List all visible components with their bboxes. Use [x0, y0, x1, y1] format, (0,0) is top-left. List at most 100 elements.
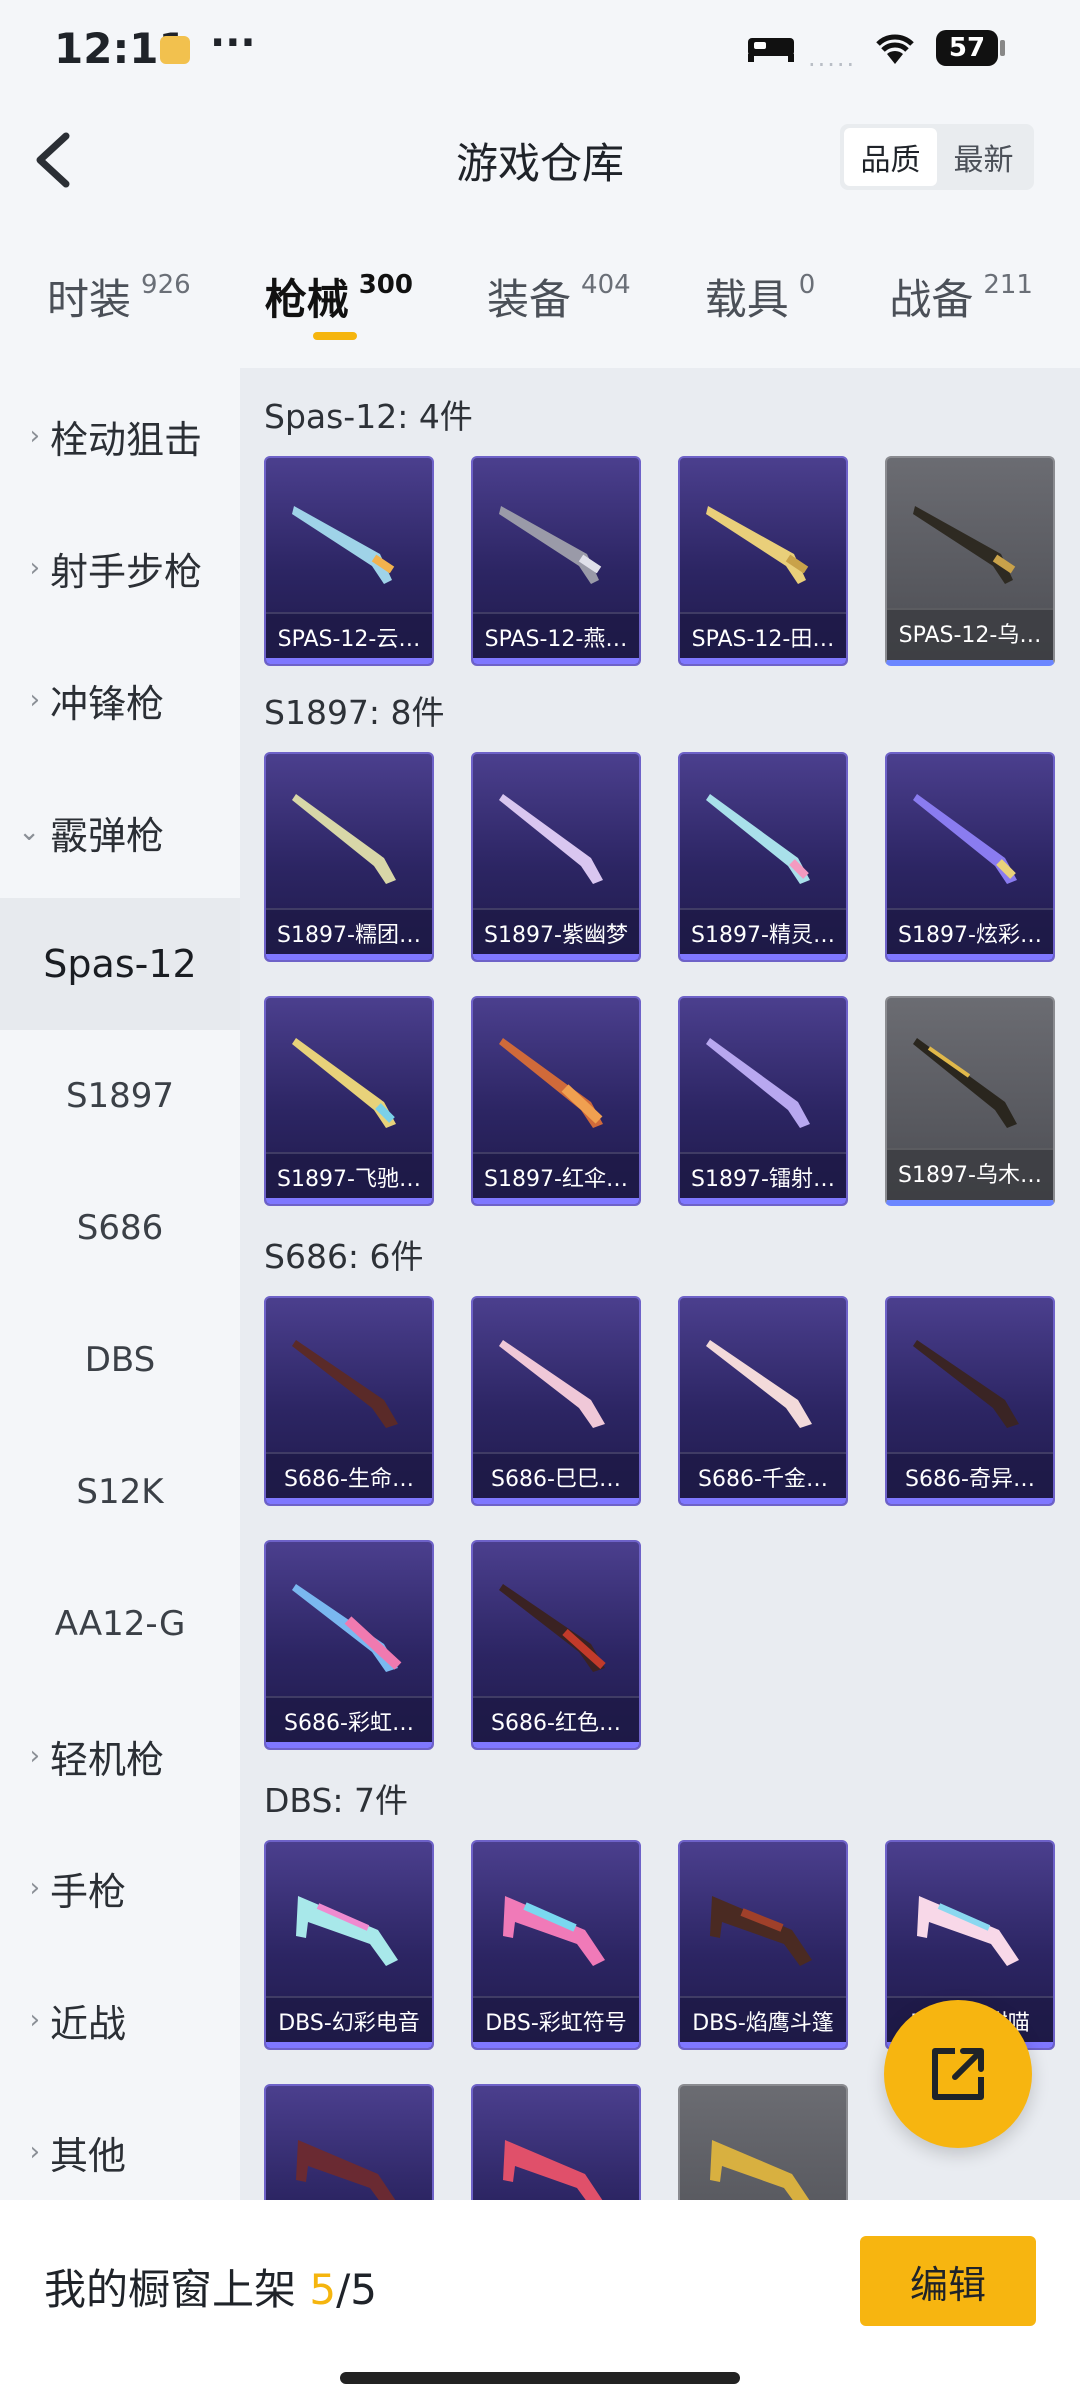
sidebar-item-bolt-sniper[interactable]: › 栓动狙击 [0, 370, 240, 502]
sidebar-subitem-aa12g[interactable]: AA12-G [0, 1558, 240, 1690]
status-bar: 12:11 ··· ..... 57 [0, 0, 1080, 100]
share-button[interactable] [884, 2000, 1032, 2148]
shotgun-icon [913, 506, 1016, 584]
battery-tip [1000, 40, 1005, 56]
skin-card[interactable]: S1897-飞驰… [264, 996, 434, 1206]
skin-card[interactable]: S1897-精灵… [678, 752, 848, 962]
shotgun-icon [710, 1896, 812, 1966]
chevron-right-icon: › [29, 1873, 40, 1903]
sleep-mode-icon [748, 38, 794, 62]
sidebar-subitem-spas12[interactable]: Spas-12 [0, 898, 240, 1030]
tab-label: 战备 [889, 275, 974, 324]
sort-by-newest-button[interactable]: 最新 [937, 128, 1030, 186]
tab-supplies[interactable]: 战备 211 [889, 240, 1033, 350]
home-indicator[interactable] [340, 2372, 740, 2384]
shotgun-icon [292, 506, 395, 584]
sort-by-quality-button[interactable]: 品质 [844, 128, 937, 186]
rarity-bar [680, 1498, 846, 1504]
skin-card[interactable] [264, 2084, 434, 2200]
sidebar-subitem-s12k[interactable]: S12K [0, 1426, 240, 1558]
sidebar-subitem-dbs[interactable]: DBS [0, 1294, 240, 1426]
skin-name: S1897-糯团… [266, 908, 432, 960]
tab-label: 时装 [47, 275, 132, 324]
skin-name: S1897-紫幽梦 [473, 908, 639, 960]
battery-icon: 57 [936, 30, 998, 66]
cellular-signal-icon: ..... [808, 44, 857, 72]
shotgun-icon [913, 1038, 1017, 1128]
skin-card[interactable]: S1897-乌木… [885, 996, 1055, 1206]
shotgun-icon [292, 794, 396, 884]
sidebar-item-melee[interactable]: › 近战 [0, 1954, 240, 2086]
skin-name: S686-生命… [266, 1452, 432, 1504]
skin-card[interactable]: S1897-炫彩… [885, 752, 1055, 962]
skin-card[interactable]: S686-彩虹… [264, 1540, 434, 1750]
skin-card[interactable]: S686-千金… [678, 1296, 848, 1506]
tab-count: 0 [798, 270, 816, 300]
skin-name: S686-红色… [473, 1696, 639, 1748]
skin-grid: Spas-12: 4件 SPAS-12-云… SPAS-12-燕… SPAS-1… [240, 368, 1080, 2200]
app-notification-icon [160, 36, 190, 64]
sidebar-item-label: 冲锋枪 [50, 681, 165, 726]
skin-card[interactable]: S1897-糯团… [264, 752, 434, 962]
skin-card[interactable]: S1897-紫幽梦 [471, 752, 641, 962]
shotgun-icon [503, 2140, 603, 2200]
tab-fashion[interactable]: 时装 926 [47, 240, 191, 350]
shotgun-icon [503, 1896, 605, 1966]
wifi-icon [876, 34, 914, 64]
sidebar-item-other[interactable]: › 其他 [0, 2086, 240, 2218]
showcase-count: 5 [309, 2265, 337, 2314]
sidebar-item-label: S12K [76, 1472, 164, 1512]
tab-label: 装备 [487, 275, 572, 324]
skin-card[interactable]: S686-巳巳… [471, 1296, 641, 1506]
sidebar-item-shotgun[interactable]: ⌄ 霰弹枪 [0, 766, 240, 898]
header: 游戏仓库 品质 最新 [0, 100, 1080, 220]
chevron-right-icon: › [29, 685, 40, 715]
skin-name: S1897-飞驰… [266, 1152, 432, 1204]
sidebar-subitem-s686[interactable]: S686 [0, 1162, 240, 1294]
shotgun-icon [706, 506, 809, 584]
shotgun-icon [706, 794, 810, 884]
skin-name: SPAS-12-乌… [887, 608, 1053, 660]
skin-card[interactable]: SPAS-12-田… [678, 456, 848, 666]
skin-card[interactable]: S1897-镭射… [678, 996, 848, 1206]
bottom-bar: 我的橱窗上架 5/5 编辑 [0, 2200, 1080, 2400]
sidebar-item-lmg[interactable]: › 轻机枪 [0, 1690, 240, 1822]
tab-count: 211 [983, 270, 1033, 300]
skin-card[interactable]: DBS-彩虹符号 [471, 1840, 641, 2050]
skin-name: S686-千金… [680, 1452, 846, 1504]
skin-card[interactable]: SPAS-12-燕… [471, 456, 641, 666]
group-title: S1897: 8件 [264, 693, 445, 732]
rarity-bar [266, 1498, 432, 1504]
sidebar-item-marksman-rifle[interactable]: › 射手步枪 [0, 502, 240, 634]
sidebar-item-pistol[interactable]: › 手枪 [0, 1822, 240, 1954]
tab-equipment[interactable]: 装备 404 [487, 240, 631, 350]
skin-card[interactable]: DBS-幻彩电音 [264, 1840, 434, 2050]
skin-card[interactable] [678, 2084, 848, 2200]
tab-count: 404 [581, 270, 631, 300]
sidebar-item-label: AA12-G [54, 1604, 186, 1644]
skin-card[interactable]: S686-生命… [264, 1296, 434, 1506]
edit-button[interactable]: 编辑 [860, 2236, 1036, 2326]
sidebar-item-smg[interactable]: › 冲锋枪 [0, 634, 240, 766]
tab-vehicles[interactable]: 载具 0 [705, 240, 816, 350]
showcase-total: /5 [336, 2265, 377, 2314]
tab-count: 926 [141, 270, 191, 300]
skin-card[interactable]: S686-奇异… [885, 1296, 1055, 1506]
skin-card[interactable] [471, 2084, 641, 2200]
sidebar-subitem-s1897[interactable]: S1897 [0, 1030, 240, 1162]
skin-name: DBS-焰鹰斗篷 [680, 1996, 846, 2048]
rarity-bar [473, 2042, 639, 2048]
shotgun-icon [499, 1038, 603, 1128]
skin-name: S1897-镭射… [680, 1152, 846, 1204]
skin-card[interactable]: SPAS-12-乌… [885, 456, 1055, 666]
skin-card[interactable]: S686-红色… [471, 1540, 641, 1750]
tab-firearms[interactable]: 枪械 300 [265, 240, 413, 350]
sidebar-item-label: 近战 [50, 2001, 127, 2046]
skin-card[interactable]: DBS-焰鹰斗篷 [678, 1840, 848, 2050]
showcase-status: 我的橱窗上架 5/5 [44, 2256, 377, 2317]
skin-name: DBS-彩虹符号 [473, 1996, 639, 2048]
skin-card[interactable]: SPAS-12-云… [264, 456, 434, 666]
sidebar-item-label: 栓动狙击 [50, 417, 203, 462]
shotgun-icon [292, 1340, 398, 1428]
skin-card[interactable]: S1897-红伞… [471, 996, 641, 1206]
